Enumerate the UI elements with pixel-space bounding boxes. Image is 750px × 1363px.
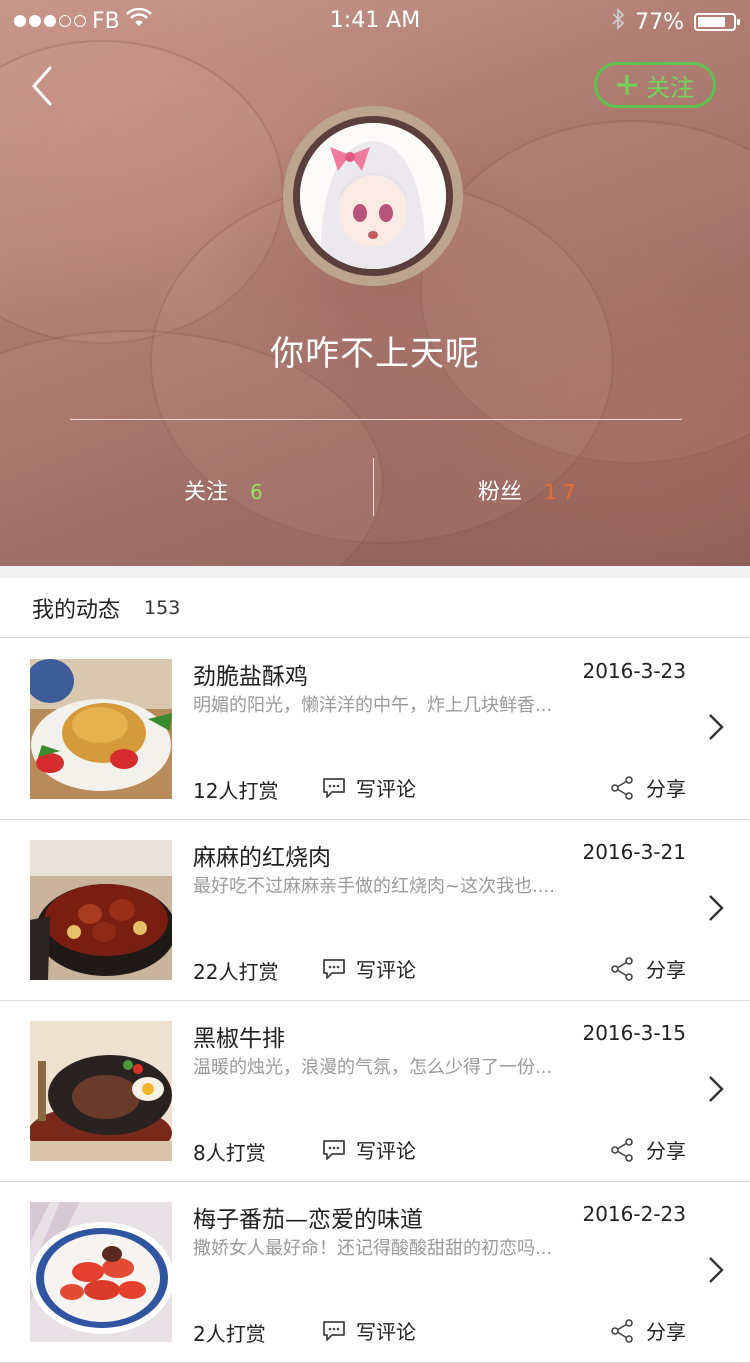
recipe-thumbnail xyxy=(30,1021,172,1161)
item-description: 明媚的阳光，懒洋洋的中午，炸上几块鲜香... xyxy=(193,695,553,716)
share-label: 分享 xyxy=(646,1139,686,1163)
share-icon xyxy=(611,775,633,800)
comment-label: 写评论 xyxy=(356,777,416,801)
recipe-thumbnail xyxy=(30,1202,172,1342)
plus-icon xyxy=(617,75,637,95)
following-label: 关注 xyxy=(184,480,229,505)
item-description: 温暖的烛光，浪漫的气氛，怎么少得了一份... xyxy=(193,1057,553,1078)
chevron-right-icon[interactable] xyxy=(706,1254,728,1286)
fans-count: 17 xyxy=(544,480,582,504)
comment-label: 写评论 xyxy=(356,1139,416,1163)
comment-button[interactable]: 写评论 xyxy=(322,1316,416,1345)
feed-item[interactable]: 黑椒牛排 2016-3-15 温暖的烛光，浪漫的气氛，怎么少得了一份... 8人… xyxy=(0,1001,750,1182)
feed-item[interactable]: 麻麻的红烧肉 2016-3-21 最好吃不过麻麻亲手做的红烧肉~这次我也....… xyxy=(0,820,750,1001)
status-bar: FB 1:41 AM 77% xyxy=(0,0,750,40)
item-title: 黑椒牛排 xyxy=(193,1026,285,1052)
share-icon xyxy=(611,956,633,981)
following-count: 6 xyxy=(250,480,263,504)
chevron-right-icon[interactable] xyxy=(706,711,728,743)
avatar[interactable] xyxy=(283,106,463,286)
feed-header: 我的动态 153 xyxy=(0,578,750,638)
battery-icon xyxy=(694,13,740,31)
section-gap xyxy=(0,566,750,578)
comment-label: 写评论 xyxy=(356,958,416,982)
header-divider xyxy=(70,419,682,420)
item-date: 2016-3-15 xyxy=(582,1021,686,1045)
feed-count: 153 xyxy=(144,596,181,619)
item-date: 2016-3-21 xyxy=(582,840,686,864)
item-description: 最好吃不过麻麻亲手做的红烧肉~这次我也.... xyxy=(193,876,555,897)
chevron-right-icon[interactable] xyxy=(706,892,728,924)
feed-item[interactable]: 梅子番茄—恋爱的味道 2016-2-23 撒娇女人最好命！还记得酸酸甜甜的初恋吗… xyxy=(0,1182,750,1363)
status-right: 77% xyxy=(611,7,740,36)
comment-icon xyxy=(323,1320,345,1341)
comment-icon xyxy=(323,1139,345,1160)
share-label: 分享 xyxy=(646,777,686,801)
feed-list: 劲脆盐酥鸡 2016-3-23 明媚的阳光，懒洋洋的中午，炸上几块鲜香... 1… xyxy=(0,639,750,1363)
following-stat[interactable]: 关注 6 xyxy=(184,474,263,506)
item-date: 2016-3-23 xyxy=(582,659,686,683)
item-description: 撒娇女人最好命！还记得酸酸甜甜的初恋吗... xyxy=(193,1238,553,1259)
share-button[interactable]: 分享 xyxy=(610,954,686,983)
username: 你咋不上天呢 xyxy=(270,334,480,374)
fans-stat[interactable]: 粉丝 17 xyxy=(478,474,581,506)
recipe-thumbnail xyxy=(30,659,172,799)
recipe-thumbnail xyxy=(30,840,172,980)
item-title: 劲脆盐酥鸡 xyxy=(193,664,308,690)
chevron-right-icon[interactable] xyxy=(706,1073,728,1105)
share-label: 分享 xyxy=(646,1320,686,1344)
feed-title: 我的动态 xyxy=(32,597,121,623)
comment-icon xyxy=(323,958,345,979)
share-button[interactable]: 分享 xyxy=(610,773,686,802)
share-icon xyxy=(611,1137,633,1162)
item-date: 2016-2-23 xyxy=(582,1202,686,1226)
comment-label: 写评论 xyxy=(356,1320,416,1344)
back-button[interactable] xyxy=(26,64,66,108)
stats-divider xyxy=(373,458,374,516)
fans-label: 粉丝 xyxy=(478,480,523,505)
follow-button-label: 关注 xyxy=(646,73,694,102)
battery-percent: 77% xyxy=(635,9,684,35)
bluetooth-icon xyxy=(611,7,625,36)
item-title: 麻麻的红烧肉 xyxy=(193,845,331,871)
comment-button[interactable]: 写评论 xyxy=(322,773,416,802)
follow-button[interactable]: 关注 xyxy=(594,62,716,108)
tip-count[interactable]: 12人打赏 xyxy=(193,775,278,804)
tip-count[interactable]: 2人打赏 xyxy=(193,1318,266,1347)
profile-header: FB 1:41 AM 77% 关注 你咋不上天呢 关注 6 粉丝 17 xyxy=(0,0,750,566)
avatar-image xyxy=(300,123,446,269)
feed-item[interactable]: 劲脆盐酥鸡 2016-3-23 明媚的阳光，懒洋洋的中午，炸上几块鲜香... 1… xyxy=(0,639,750,820)
comment-button[interactable]: 写评论 xyxy=(322,1135,416,1164)
tip-count[interactable]: 22人打赏 xyxy=(193,956,278,985)
tip-count[interactable]: 8人打赏 xyxy=(193,1137,266,1166)
item-title: 梅子番茄—恋爱的味道 xyxy=(193,1207,423,1233)
share-button[interactable]: 分享 xyxy=(610,1135,686,1164)
chevron-left-icon xyxy=(31,66,52,106)
share-button[interactable]: 分享 xyxy=(610,1316,686,1345)
share-label: 分享 xyxy=(646,958,686,982)
share-icon xyxy=(611,1318,633,1343)
comment-button[interactable]: 写评论 xyxy=(322,954,416,983)
comment-icon xyxy=(323,777,345,798)
